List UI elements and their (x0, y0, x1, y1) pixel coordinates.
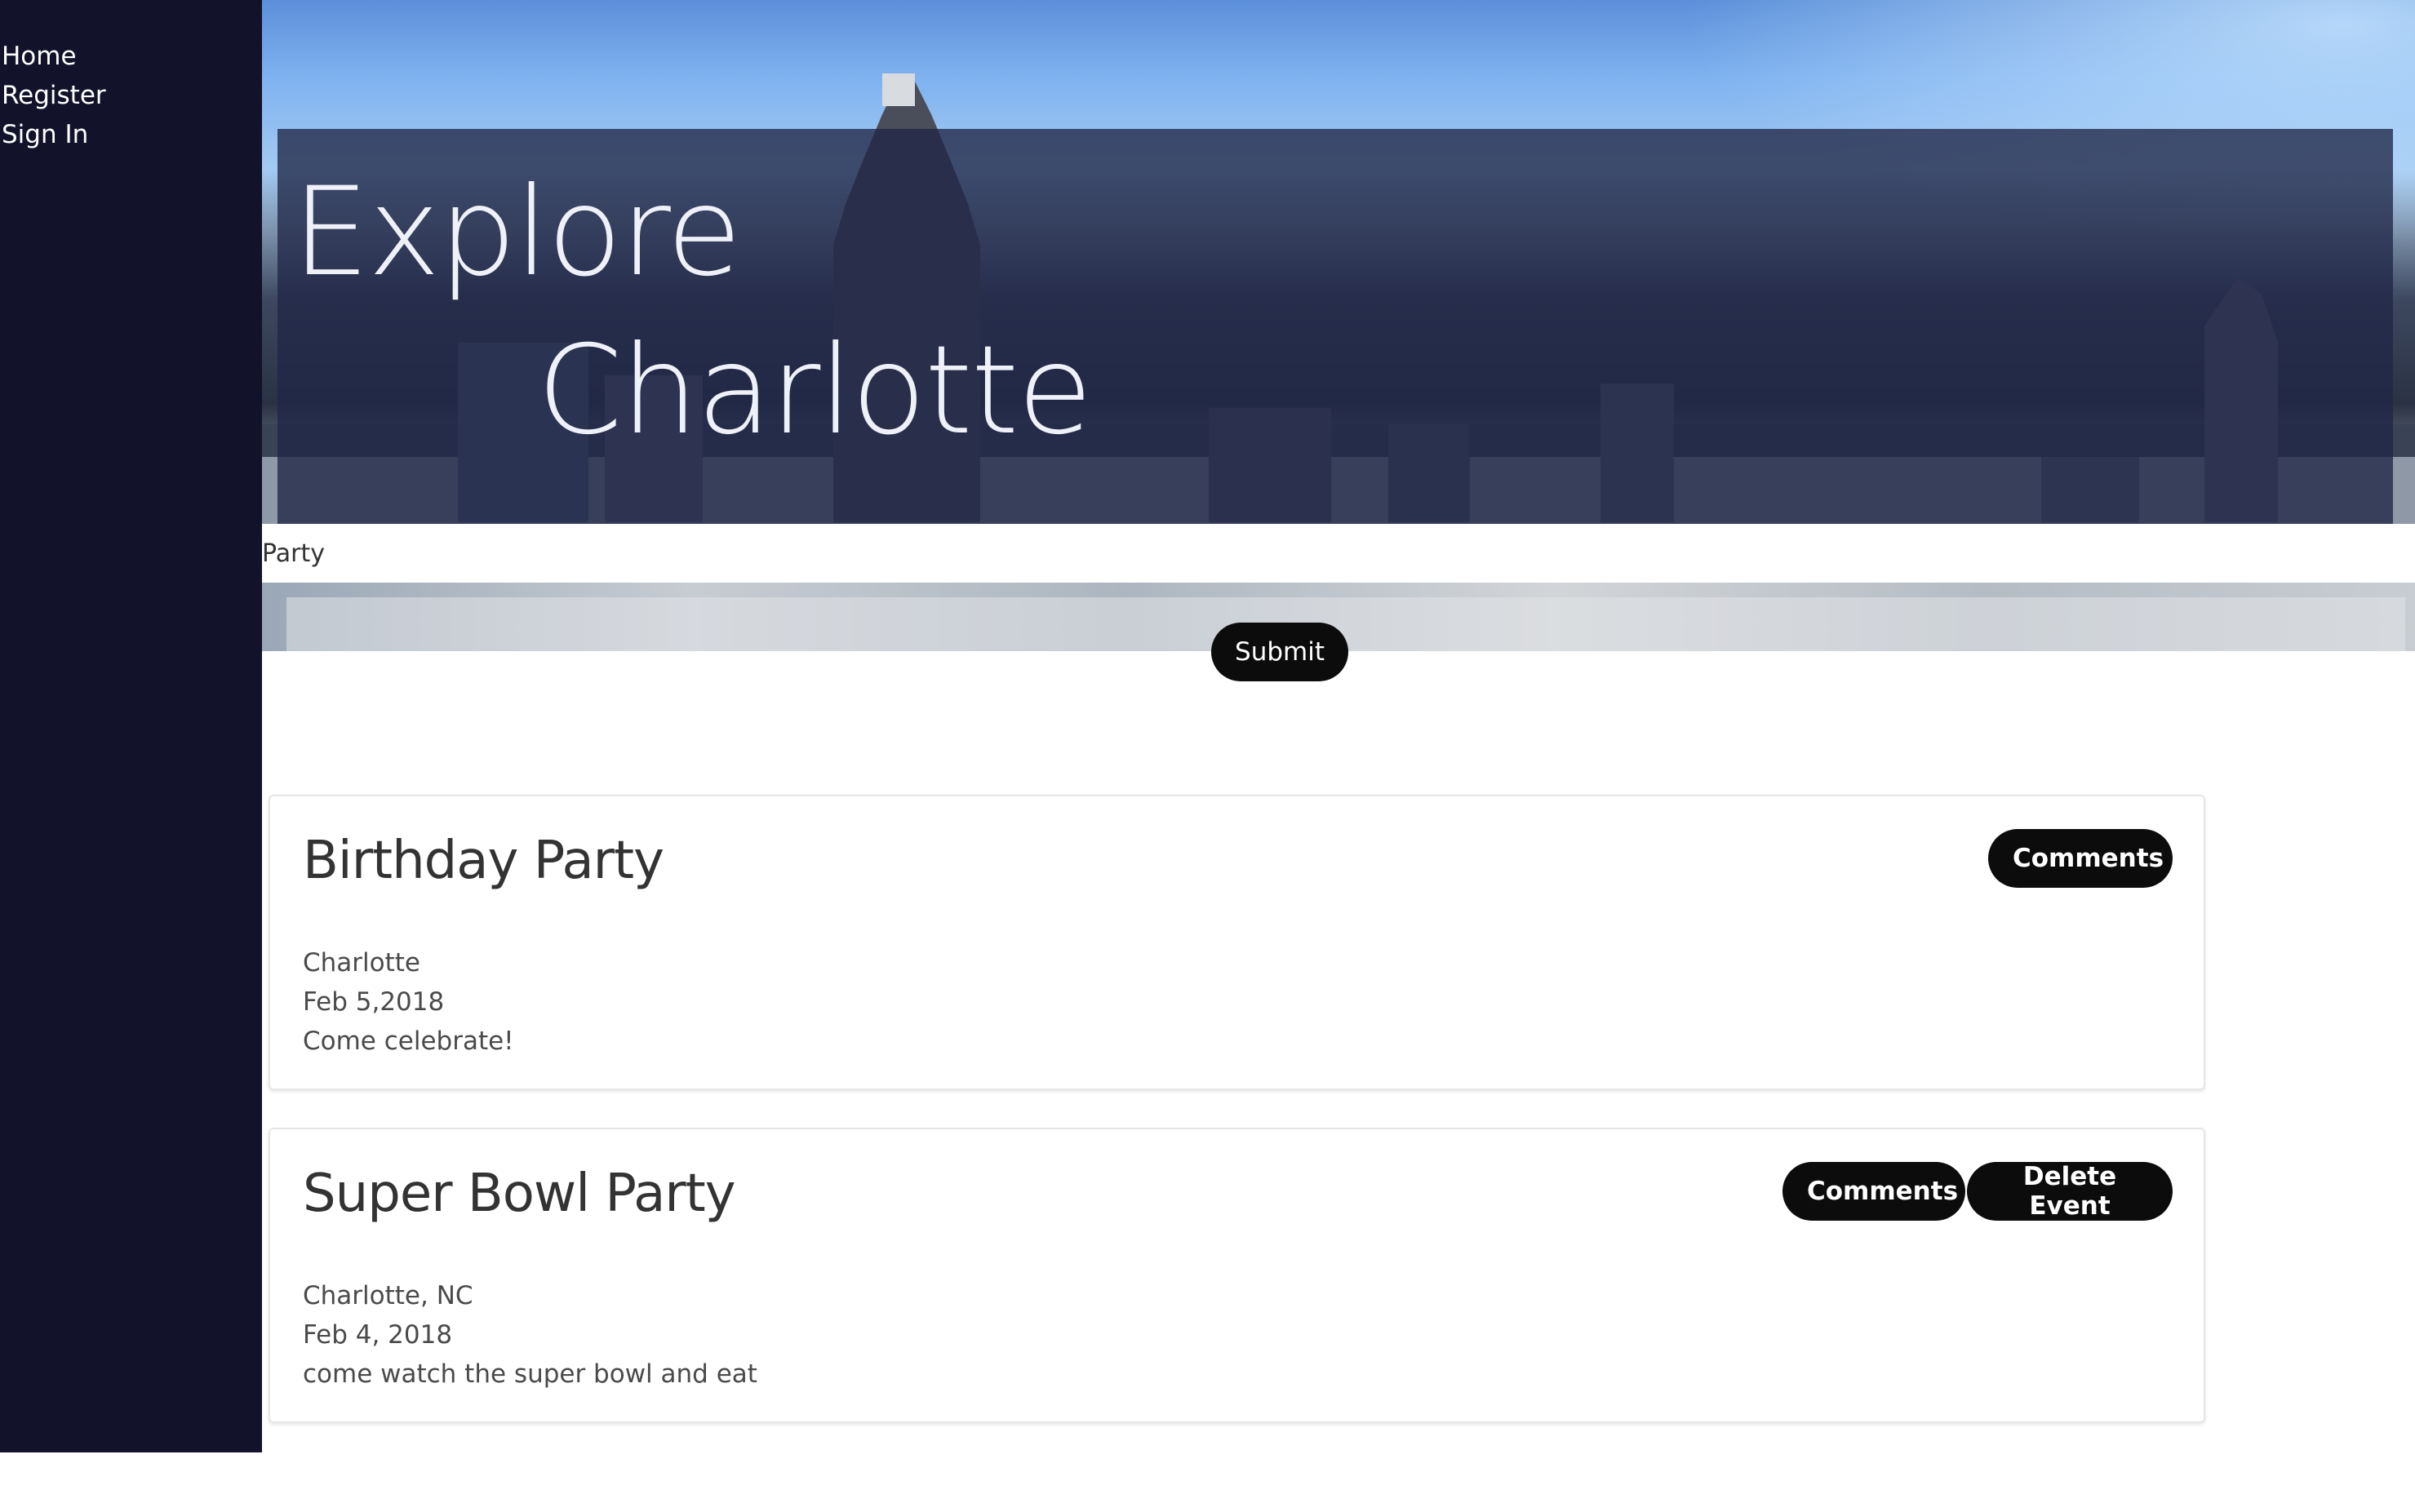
comments-button[interactable]: Comments (1782, 1162, 1965, 1221)
submit-button[interactable]: Submit (1211, 623, 1348, 681)
event-description: come watch the super bowl and eat (303, 1359, 757, 1389)
search-input[interactable] (262, 524, 2415, 583)
event-details: Charlotte, NC Feb 4, 2018 come watch the… (303, 1276, 757, 1394)
event-date: Feb 5,2018 (303, 987, 445, 1017)
hero-title-line-1: Explore (292, 162, 742, 304)
sidebar: Home Register Sign In (0, 0, 262, 1452)
comments-button[interactable]: Comments (1988, 829, 2173, 888)
sidebar-item-register[interactable]: Register (0, 76, 262, 115)
event-card: Birthday Party Comments Charlotte Feb 5,… (269, 795, 2205, 1090)
sidebar-item-home[interactable]: Home (0, 37, 262, 76)
hero-title-line-2: Charlotte (537, 320, 1093, 462)
event-location: Charlotte, NC (303, 1281, 473, 1310)
event-details: Charlotte Feb 5,2018 Come celebrate! (303, 943, 514, 1061)
event-title: Birthday Party (303, 831, 664, 891)
event-title: Super Bowl Party (303, 1164, 736, 1224)
sidebar-nav: Home Register Sign In (0, 0, 262, 154)
event-card: Super Bowl Party Comments Delete Event C… (269, 1128, 2205, 1423)
hero-title-panel: Explore Charlotte (277, 129, 2393, 524)
event-description: Come celebrate! (303, 1026, 514, 1056)
event-date: Feb 4, 2018 (303, 1320, 453, 1350)
sidebar-item-sign-in[interactable]: Sign In (0, 115, 262, 154)
delete-event-button[interactable]: Delete Event (1967, 1162, 2173, 1221)
event-location: Charlotte (303, 948, 420, 978)
